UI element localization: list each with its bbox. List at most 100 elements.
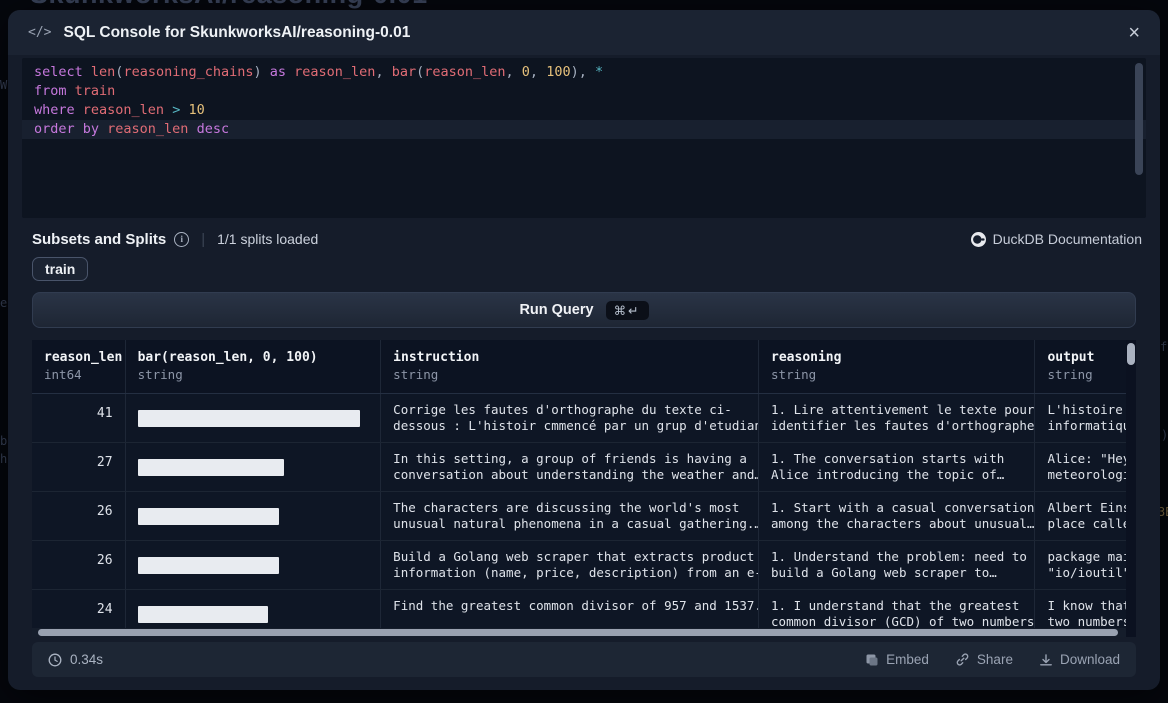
results-table: reason_len int64 bar(reason_len, 0, 100) st… [32,340,1136,637]
info-icon[interactable]: i [174,232,189,247]
code-token: , [530,64,546,80]
table-row[interactable]: 27 In this setting, a group of friends is… [32,443,1136,492]
scrollbar-thumb[interactable] [38,629,1118,636]
run-query-label: Run Query [519,302,593,318]
share-label: Share [977,652,1013,667]
column-type: string [771,367,1022,382]
cell-instruction: In this setting, a group of friends is h… [381,443,759,491]
cell-reason-len: 27 [32,443,126,491]
share-link-icon [955,652,970,667]
query-elapsed-time: 0.34s [48,652,103,667]
cell-output: L'histoire co informatique [1035,394,1136,442]
cell-bar [126,394,382,442]
table-vertical-scrollbar[interactable] [1126,340,1136,637]
backdrop-text-fragment: e [0,296,7,310]
code-token: len [91,64,115,80]
code-token: 0 [522,64,530,80]
backdrop-text-fragment: W [0,78,7,92]
code-token: reason_len [294,64,375,80]
code-token [286,64,294,80]
table-body: 41Corrige les fautes d'orthographe du te… [32,394,1136,637]
code-token: 10 [188,102,204,118]
code-icon: </> [28,25,51,40]
table-row[interactable]: 26The characters are discussing the worl… [32,492,1136,541]
code-token: where [34,102,83,118]
cell-output: Albert Einste place called [1035,492,1136,540]
code-token: ( [416,64,424,80]
clock-icon [48,653,62,667]
table-row[interactable]: 26Build a Golang web scraper that extrac… [32,541,1136,590]
code-token: select [34,64,91,80]
code-token: bar [392,64,416,80]
split-chip-train[interactable]: train [32,257,88,281]
backdrop-text-fragment: h [0,452,7,466]
backdrop-page-title: SkunkworksAI/reasoning-0.01 [30,0,428,10]
code-token: desc [197,121,230,137]
column-type: int64 [44,367,113,382]
sql-console-modal: </> SQL Console for SkunkworksAI/reasoni… [8,10,1160,690]
code-line[interactable]: order by reason_len desc [22,120,1146,139]
close-icon[interactable]: × [1128,23,1140,43]
sql-editor[interactable]: select len(reasoning_chains) as reason_l… [22,58,1146,218]
embed-button[interactable]: Embed [865,652,929,667]
column-header-reasoning[interactable]: reasoning string [759,340,1035,393]
column-type: string [138,367,369,382]
column-name: output [1047,350,1123,365]
code-token: * [595,64,603,80]
code-token: reason_len [107,121,196,137]
table-row[interactable]: 41Corrige les fautes d'orthographe du te… [32,394,1136,443]
modal-footer: 0.34s Embed Share Download [32,642,1136,677]
download-icon [1039,653,1053,667]
column-header-bar-reason-len-0-100-[interactable]: bar(reason_len, 0, 100) string [126,340,382,393]
column-header-instruction[interactable]: instruction string [381,340,759,393]
column-name: reason_len [44,350,113,365]
code-token: ) [253,64,269,80]
duckdb-logo-icon [971,232,986,247]
column-type: string [393,367,746,382]
code-lines: select len(reasoning_chains) as reason_l… [22,63,1146,139]
splits-loaded-status: 1/1 splits loaded [217,231,318,247]
editor-scrollbar[interactable] [1135,63,1143,175]
table-horizontal-scrollbar[interactable] [32,628,1126,637]
code-token: > [172,102,188,118]
table-header-row: reason_len int64 bar(reason_len, 0, 100) st… [32,340,1136,394]
cell-instruction: The characters are discussing the world'… [381,492,759,540]
code-token: from [34,83,75,99]
column-header-reason-len[interactable]: reason_len int64 [32,340,126,393]
value-bar [138,606,268,623]
run-query-button[interactable]: Run Query ⌘↵ [32,292,1136,328]
code-token: reason_len [83,102,172,118]
duckdb-doc-link[interactable]: DuckDB Documentation [971,231,1142,247]
cell-reasoning: 1. Lire attentivement le texte pour iden… [759,394,1035,442]
column-name: reasoning [771,350,1022,365]
divider: | [201,231,205,248]
code-line[interactable]: where reason_len > 10 [22,101,1146,120]
backdrop-text-fragment: fi [1160,340,1168,354]
column-header-output[interactable]: output string [1035,340,1136,393]
column-name: bar(reason_len, 0, 100) [138,350,369,365]
code-token: , [506,64,522,80]
code-line[interactable]: select len(reasoning_chains) as reason_l… [22,63,1146,82]
value-bar [138,557,279,574]
backdrop-text-fragment: b [0,434,7,448]
cell-instruction: Corrige les fautes d'orthographe du text… [381,394,759,442]
scrollbar-thumb[interactable] [1127,343,1135,365]
column-name: instruction [393,350,746,365]
download-button[interactable]: Download [1039,652,1120,667]
subsets-splits-heading: Subsets and Splits [32,231,166,248]
modal-header: </> SQL Console for SkunkworksAI/reasoni… [8,10,1160,55]
cell-reasoning: 1. Start with a casual conversation amon… [759,492,1035,540]
code-token: ), [571,64,595,80]
share-button[interactable]: Share [955,652,1013,667]
subsets-splits-row: Subsets and Splits i | 1/1 splits loaded… [32,228,1142,250]
value-bar [138,459,284,476]
cell-reasoning: 1. The conversation starts with Alice in… [759,443,1035,491]
duckdb-doc-label: DuckDB Documentation [993,231,1142,247]
split-chips: train [32,257,1136,281]
code-token: as [270,64,286,80]
code-token: reason_len [424,64,505,80]
cell-bar [126,541,382,589]
code-line[interactable]: from train [22,82,1146,101]
column-type: string [1047,367,1123,382]
value-bar [138,508,279,525]
